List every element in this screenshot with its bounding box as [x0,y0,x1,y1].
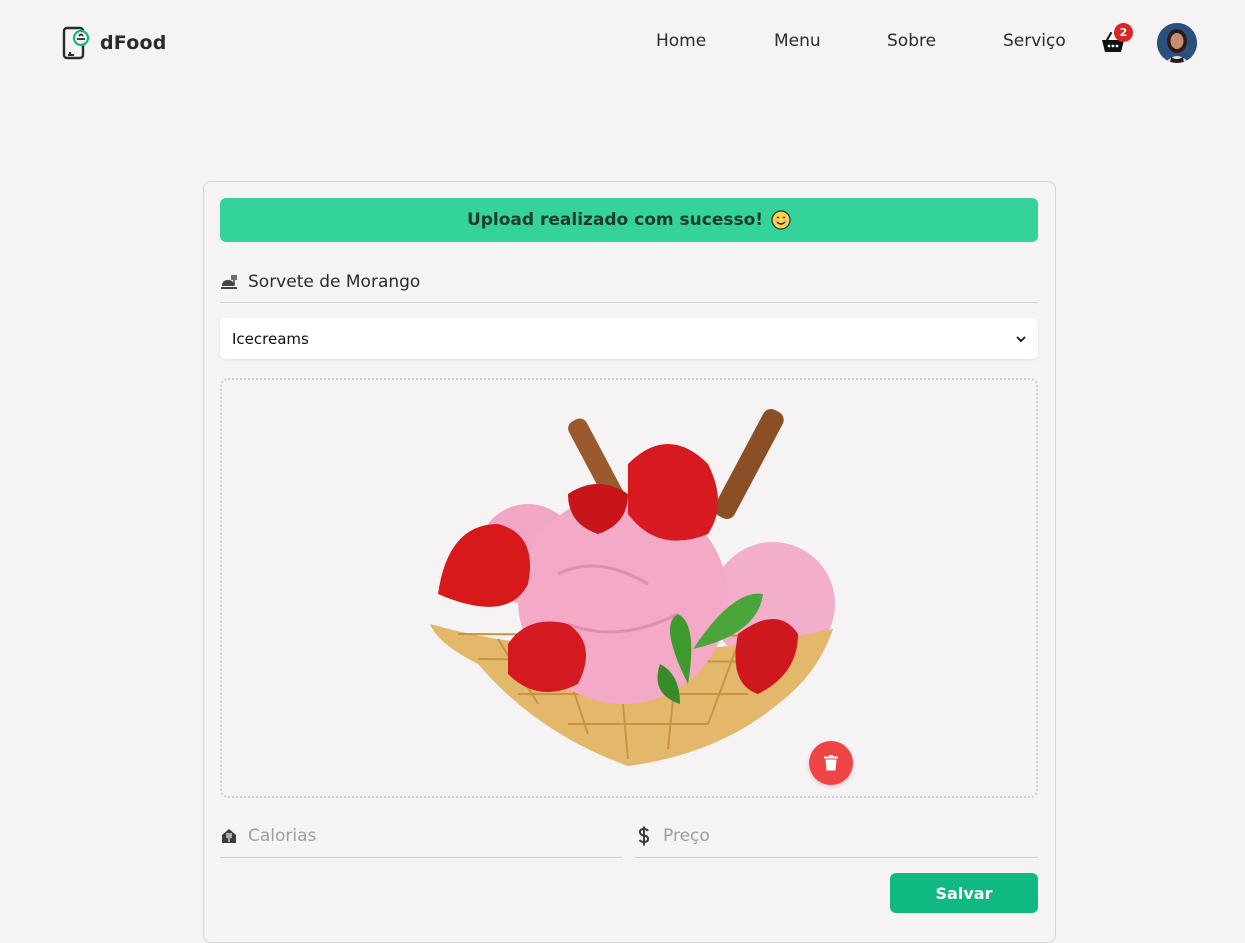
alert-text: Upload realizado com sucesso! [466,210,764,230]
avatar-image [1157,23,1197,63]
cart-count-badge: 2 [1114,23,1133,42]
image-upload-area[interactable] [220,378,1038,798]
nav-servico[interactable]: Serviço [1003,31,1066,51]
delete-image-button[interactable] [809,741,853,785]
nav-menu[interactable]: Menu [774,31,821,51]
nav-sobre[interactable]: Sobre [887,31,936,51]
nav-home[interactable]: Home [656,31,706,51]
smile-emoji-icon [771,210,791,230]
top-header: dFood Home Menu Sobre Serviço 2 [0,0,1245,86]
uploaded-icecream-image [430,409,835,766]
title-field [220,262,1038,303]
trash-icon [824,755,838,771]
chevron-down-icon [1016,335,1026,342]
calories-field [220,814,622,858]
dfood-logo-icon [62,26,90,60]
user-avatar[interactable] [1157,23,1197,63]
dollar-icon [638,826,650,845]
save-button[interactable]: Salvar [890,873,1038,913]
food-dome-icon [222,828,236,843]
brand-logo[interactable]: dFood [62,26,167,60]
category-select[interactable]: Icecreams [220,318,1038,359]
price-input[interactable] [663,825,993,846]
calories-input[interactable] [248,825,578,846]
create-item-card: Upload realizado com sucesso! Icecreams [203,181,1056,943]
brand-name: dFood [100,32,167,54]
success-alert: Upload realizado com sucesso! [220,198,1038,242]
title-input[interactable] [248,272,1028,292]
price-field [635,814,1038,858]
category-selected-value: Icecreams [232,329,309,348]
food-icon [221,275,237,289]
